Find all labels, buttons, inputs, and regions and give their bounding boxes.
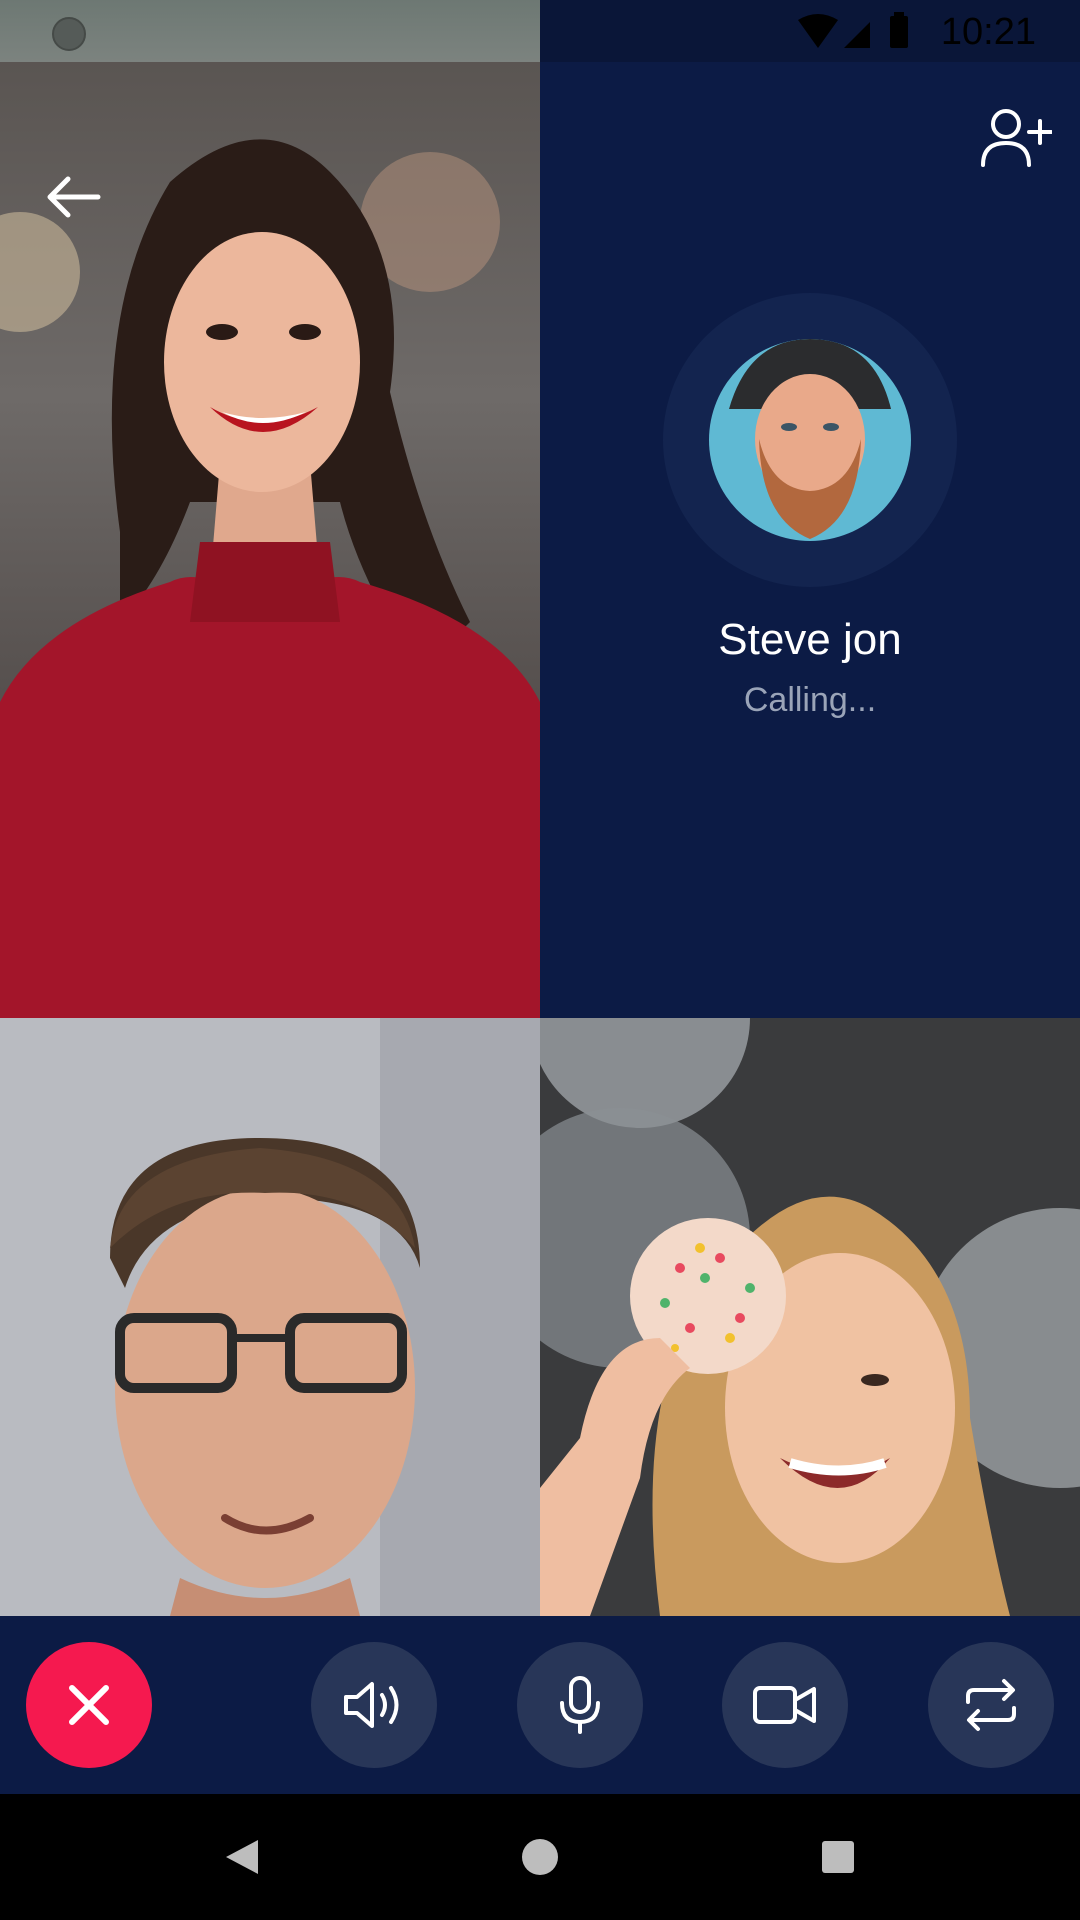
signal-wifi-battery-icons xyxy=(798,12,908,48)
caller-avatar xyxy=(709,339,911,541)
participant-video-2 xyxy=(0,1018,540,1616)
switch-camera-icon xyxy=(966,1679,1016,1731)
video-camera-icon xyxy=(753,1686,816,1724)
status-time: 10:21 xyxy=(940,11,1036,53)
participant-video-tile-2 xyxy=(0,1018,540,1616)
square-recent-icon[interactable] xyxy=(822,1841,854,1873)
microphone-icon xyxy=(560,1676,600,1734)
participant-video-3 xyxy=(540,1018,1080,1616)
video-button[interactable] xyxy=(722,1642,848,1768)
caller-name: Steve jon xyxy=(718,615,902,664)
speaker-icon xyxy=(344,1682,399,1728)
status-bar-left xyxy=(0,0,540,62)
speaker-button[interactable] xyxy=(311,1642,437,1768)
back-arrow-icon[interactable] xyxy=(40,172,110,222)
end-call-button[interactable] xyxy=(26,1642,152,1768)
add-person-icon[interactable] xyxy=(980,107,1052,169)
caller-avatar-image xyxy=(709,339,911,541)
microphone-button[interactable] xyxy=(517,1642,643,1768)
call-status: Calling... xyxy=(743,681,877,719)
participant-video-tile-1 xyxy=(0,62,540,1018)
participant-video-tile-3 xyxy=(540,1018,1080,1616)
switch-camera-button[interactable] xyxy=(928,1642,1054,1768)
triangle-back-icon[interactable] xyxy=(224,1838,260,1876)
close-icon xyxy=(69,1685,109,1725)
camera-cutout-icon xyxy=(52,17,86,51)
status-bar-right: 10:21 xyxy=(540,0,1080,62)
circle-home-icon[interactable] xyxy=(522,1839,558,1875)
